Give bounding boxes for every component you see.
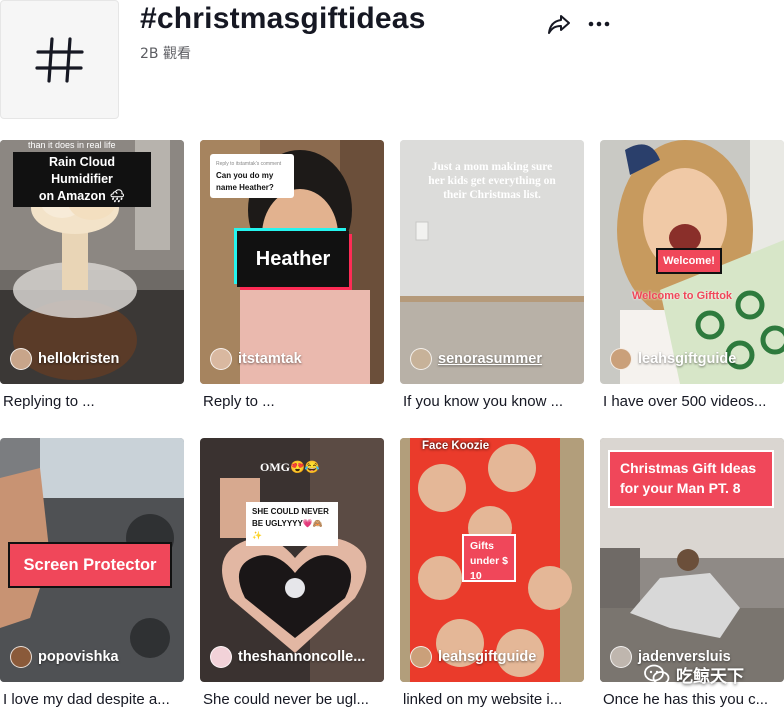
overlay-text: than it does in real life (28, 140, 116, 150)
avatar[interactable] (210, 646, 232, 668)
overlay-badge: Gifts under $ 10 (462, 534, 516, 582)
video-caption[interactable]: She could never be ugl... (203, 691, 383, 708)
video-thumbnail[interactable]: Christmas Gift Ideas for your Man PT. 8 … (600, 438, 784, 682)
overlay-title: Christmas Gift Ideas for your Man PT. 8 (608, 450, 774, 508)
video-thumbnail[interactable]: Face Koozie Gifts under $ 10 leahsgiftgu… (400, 438, 584, 682)
avatar[interactable] (210, 348, 232, 370)
watermark-text: 吃鲸天下 (676, 667, 744, 687)
hashtag-icon (34, 36, 84, 83)
share-button[interactable] (546, 11, 572, 37)
overlay-text: Just a mom making sure her kids get ever… (428, 161, 556, 201)
video-grid: than it does in real life Rain Cloud Hum… (0, 140, 784, 708)
video-card[interactable]: Screen Protector popovishka I love my da… (0, 438, 184, 708)
avatar[interactable] (610, 348, 632, 370)
overlay-line: Rain Cloud Humidifier (49, 155, 115, 186)
overlay-text: OMG😍😂 (260, 460, 320, 474)
avatar[interactable] (10, 348, 32, 370)
video-thumbnail[interactable]: Just a mom making sure her kids get ever… (400, 140, 584, 384)
overlay-line: on Amazon 🌧 (38, 189, 126, 203)
overlay-text: Welcome to Gifttok (632, 290, 733, 302)
video-thumbnail[interactable]: than it does in real life Rain Cloud Hum… (0, 140, 184, 384)
overlay-title: Screen Protector (8, 542, 172, 588)
author-name[interactable]: theshannoncolle... (238, 649, 365, 665)
video-caption[interactable]: Once he has this you c... (603, 691, 783, 708)
author-name[interactable]: leahsgiftguide (638, 351, 736, 367)
video-card[interactable]: Reply to itstamtak's comment Can you do … (200, 140, 384, 438)
author-name[interactable]: popovishka (38, 649, 119, 665)
author-name[interactable]: senorasummer (438, 351, 542, 367)
author[interactable]: hellokristen (10, 348, 119, 370)
author[interactable]: popovishka (10, 646, 119, 668)
avatar[interactable] (10, 646, 32, 668)
video-caption[interactable]: I love my dad despite a... (3, 691, 183, 708)
video-thumbnail[interactable]: Welcome! Welcome to Gifttok leahsgiftgui… (600, 140, 784, 384)
page-title: #christmasgiftideas (140, 2, 426, 35)
comment-user: Reply to itstamtak's comment (216, 161, 282, 167)
hashtag-avatar (0, 0, 119, 119)
video-caption[interactable]: I have over 500 videos... (603, 393, 783, 410)
author[interactable]: senorasummer (410, 348, 542, 370)
video-card[interactable]: OMG😍😂 SHE COULD NEVER BE UGLYYYY💗🙈✨ thes… (200, 438, 384, 708)
author[interactable]: leahsgiftguide (410, 646, 536, 668)
author-name[interactable]: itstamtak (238, 351, 302, 367)
video-caption[interactable]: Reply to ... (203, 393, 383, 410)
video-card[interactable]: Just a mom making sure her kids get ever… (400, 140, 584, 438)
video-thumbnail[interactable]: OMG😍😂 SHE COULD NEVER BE UGLYYYY💗🙈✨ thes… (200, 438, 384, 682)
avatar[interactable] (610, 646, 632, 668)
overlay-note: SHE COULD NEVER BE UGLYYYY💗🙈✨ (246, 502, 338, 546)
video-card[interactable]: than it does in real life Rain Cloud Hum… (0, 140, 184, 438)
author[interactable]: theshannoncolle... (210, 646, 365, 668)
video-thumbnail[interactable]: Reply to itstamtak's comment Can you do … (200, 140, 384, 384)
more-button[interactable] (586, 11, 612, 37)
wechat-icon (644, 664, 670, 685)
video-caption[interactable]: linked on my website i... (403, 691, 583, 708)
video-card[interactable]: Welcome! Welcome to Gifttok leahsgiftgui… (600, 140, 784, 438)
comment-text: Can you do my name Heather? (216, 171, 274, 192)
avatar[interactable] (410, 348, 432, 370)
overlay-caption: Rain Cloud Humidifier on Amazon 🌧 (13, 152, 151, 207)
overlay-title: Heather (237, 231, 349, 287)
watermark: 吃鲸天下 (644, 662, 744, 687)
avatar[interactable] (410, 646, 432, 668)
author-name[interactable]: hellokristen (38, 351, 119, 367)
view-count: 2B 觀看 (140, 46, 191, 62)
overlay-text: Face Koozie (422, 440, 490, 452)
author-name[interactable]: leahsgiftguide (438, 649, 536, 665)
video-thumbnail[interactable]: Screen Protector popovishka (0, 438, 184, 682)
author[interactable]: itstamtak (210, 348, 302, 370)
overlay-badge: Welcome! (656, 248, 722, 274)
share-arrow-icon (548, 15, 570, 34)
author[interactable]: leahsgiftguide (610, 348, 736, 370)
video-caption[interactable]: Replying to ... (3, 393, 183, 410)
more-dots-icon (588, 21, 610, 27)
overlay-comment: Reply to itstamtak's comment Can you do … (210, 154, 294, 198)
video-card[interactable]: Face Koozie Gifts under $ 10 leahsgiftgu… (400, 438, 584, 708)
video-caption[interactable]: If you know you know ... (403, 393, 583, 410)
